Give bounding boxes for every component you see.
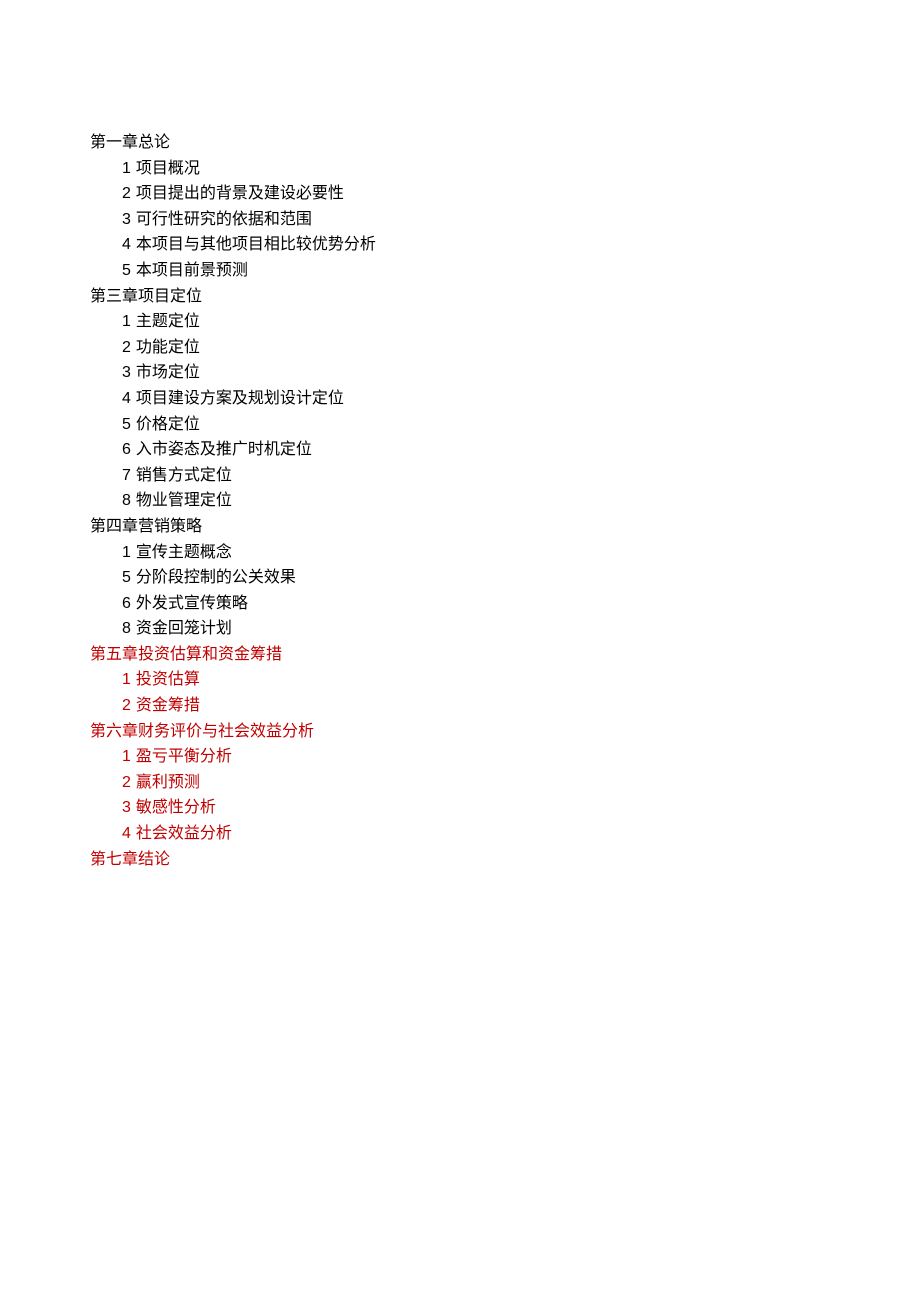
chapter: 第七章结论 (90, 847, 830, 873)
toc-item-number: 2 (122, 185, 132, 202)
toc-item-text: 盈亏平衡分析 (136, 748, 232, 765)
toc-item-number: 1 (122, 544, 132, 561)
toc-item-text: 功能定位 (136, 339, 200, 356)
toc-item: 4 本项目与其他项目相比较优势分析 (90, 232, 830, 258)
chapter-title: 第四章营销策略 (90, 514, 830, 540)
toc-item-number: 3 (122, 211, 132, 228)
toc-item-text: 赢利预测 (136, 774, 200, 791)
toc-item-text: 投资估算 (136, 671, 200, 688)
toc-item-text: 分阶段控制的公关效果 (136, 569, 296, 586)
toc-item-text: 销售方式定位 (136, 467, 232, 484)
toc-item: 3 可行性研究的依据和范围 (90, 207, 830, 233)
toc-item-number: 4 (122, 390, 132, 407)
toc-item: 5 价格定位 (90, 412, 830, 438)
toc-item-text: 资金筹措 (136, 697, 200, 714)
toc-item: 1 主题定位 (90, 309, 830, 335)
toc-item: 2 功能定位 (90, 335, 830, 361)
toc-item: 1 投资估算 (90, 667, 830, 693)
toc-item-number: 1 (122, 160, 132, 177)
chapter-title: 第七章结论 (90, 847, 830, 873)
toc-item: 4 项目建设方案及规划设计定位 (90, 386, 830, 412)
toc-item: 8 资金回笼计划 (90, 616, 830, 642)
toc-item: 1 宣传主题概念 (90, 540, 830, 566)
chapter: 第四章营销策略1 宣传主题概念5 分阶段控制的公关效果6 外发式宣传策略8 资金… (90, 514, 830, 642)
toc-item-text: 资金回笼计划 (136, 620, 232, 637)
toc-item: 2 资金筹措 (90, 693, 830, 719)
toc-item: 2 项目提出的背景及建设必要性 (90, 181, 830, 207)
chapter: 第一章总论1 项目概况2 项目提出的背景及建设必要性3 可行性研究的依据和范围4… (90, 130, 830, 284)
toc-item: 5 本项目前景预测 (90, 258, 830, 284)
toc-item-text: 外发式宣传策略 (136, 595, 248, 612)
toc-item: 4 社会效益分析 (90, 821, 830, 847)
toc-item-text: 宣传主题概念 (136, 544, 232, 561)
chapter: 第五章投资估算和资金筹措1 投资估算2 资金筹措 (90, 642, 830, 719)
toc-item-text: 社会效益分析 (136, 825, 232, 842)
chapter-title: 第五章投资估算和资金筹措 (90, 642, 830, 668)
toc-item-text: 价格定位 (136, 416, 200, 433)
toc-item-text: 本项目与其他项目相比较优势分析 (136, 236, 376, 253)
toc-item: 1 盈亏平衡分析 (90, 744, 830, 770)
chapter-title: 第六章财务评价与社会效益分析 (90, 719, 830, 745)
toc-item-number: 6 (122, 441, 132, 458)
toc-item: 2 赢利预测 (90, 770, 830, 796)
toc-item-number: 4 (122, 825, 132, 842)
toc-item: 3 市场定位 (90, 360, 830, 386)
toc-item-number: 5 (122, 262, 132, 279)
toc-item-number: 1 (122, 671, 132, 688)
chapter: 第六章财务评价与社会效益分析1 盈亏平衡分析2 赢利预测3 敏感性分析4 社会效… (90, 719, 830, 847)
toc-item-number: 5 (122, 569, 132, 586)
toc-item: 1 项目概况 (90, 156, 830, 182)
toc-item-text: 可行性研究的依据和范围 (136, 211, 312, 228)
toc-item-number: 8 (122, 620, 132, 637)
toc-item-number: 2 (122, 339, 132, 356)
toc-item-number: 6 (122, 595, 132, 612)
toc-item-text: 本项目前景预测 (136, 262, 248, 279)
toc-item-number: 2 (122, 697, 132, 714)
chapter-title: 第一章总论 (90, 130, 830, 156)
toc-item-text: 市场定位 (136, 364, 200, 381)
toc-item-number: 1 (122, 748, 132, 765)
toc-item-number: 1 (122, 313, 132, 330)
document-page: 第一章总论1 项目概况2 项目提出的背景及建设必要性3 可行性研究的依据和范围4… (0, 0, 920, 872)
toc-item: 8 物业管理定位 (90, 488, 830, 514)
toc-item-number: 8 (122, 492, 132, 509)
toc-item-text: 敏感性分析 (136, 799, 216, 816)
toc-item-number: 3 (122, 364, 132, 381)
toc-item-number: 2 (122, 774, 132, 791)
table-of-contents: 第一章总论1 项目概况2 项目提出的背景及建设必要性3 可行性研究的依据和范围4… (90, 130, 830, 872)
chapter-title: 第三章项目定位 (90, 284, 830, 310)
toc-item-text: 主题定位 (136, 313, 200, 330)
toc-item-text: 项目概况 (136, 160, 200, 177)
toc-item-text: 入市姿态及推广时机定位 (136, 441, 312, 458)
chapter: 第三章项目定位1 主题定位2 功能定位3 市场定位4 项目建设方案及规划设计定位… (90, 284, 830, 514)
toc-item-number: 7 (122, 467, 132, 484)
toc-item-number: 5 (122, 416, 132, 433)
toc-item-number: 3 (122, 799, 132, 816)
toc-item: 6 外发式宣传策略 (90, 591, 830, 617)
toc-item: 3 敏感性分析 (90, 795, 830, 821)
toc-item-number: 4 (122, 236, 132, 253)
toc-item-text: 物业管理定位 (136, 492, 232, 509)
toc-item: 6 入市姿态及推广时机定位 (90, 437, 830, 463)
toc-item-text: 项目建设方案及规划设计定位 (136, 390, 344, 407)
toc-item: 7 销售方式定位 (90, 463, 830, 489)
toc-item-text: 项目提出的背景及建设必要性 (136, 185, 344, 202)
toc-item: 5 分阶段控制的公关效果 (90, 565, 830, 591)
